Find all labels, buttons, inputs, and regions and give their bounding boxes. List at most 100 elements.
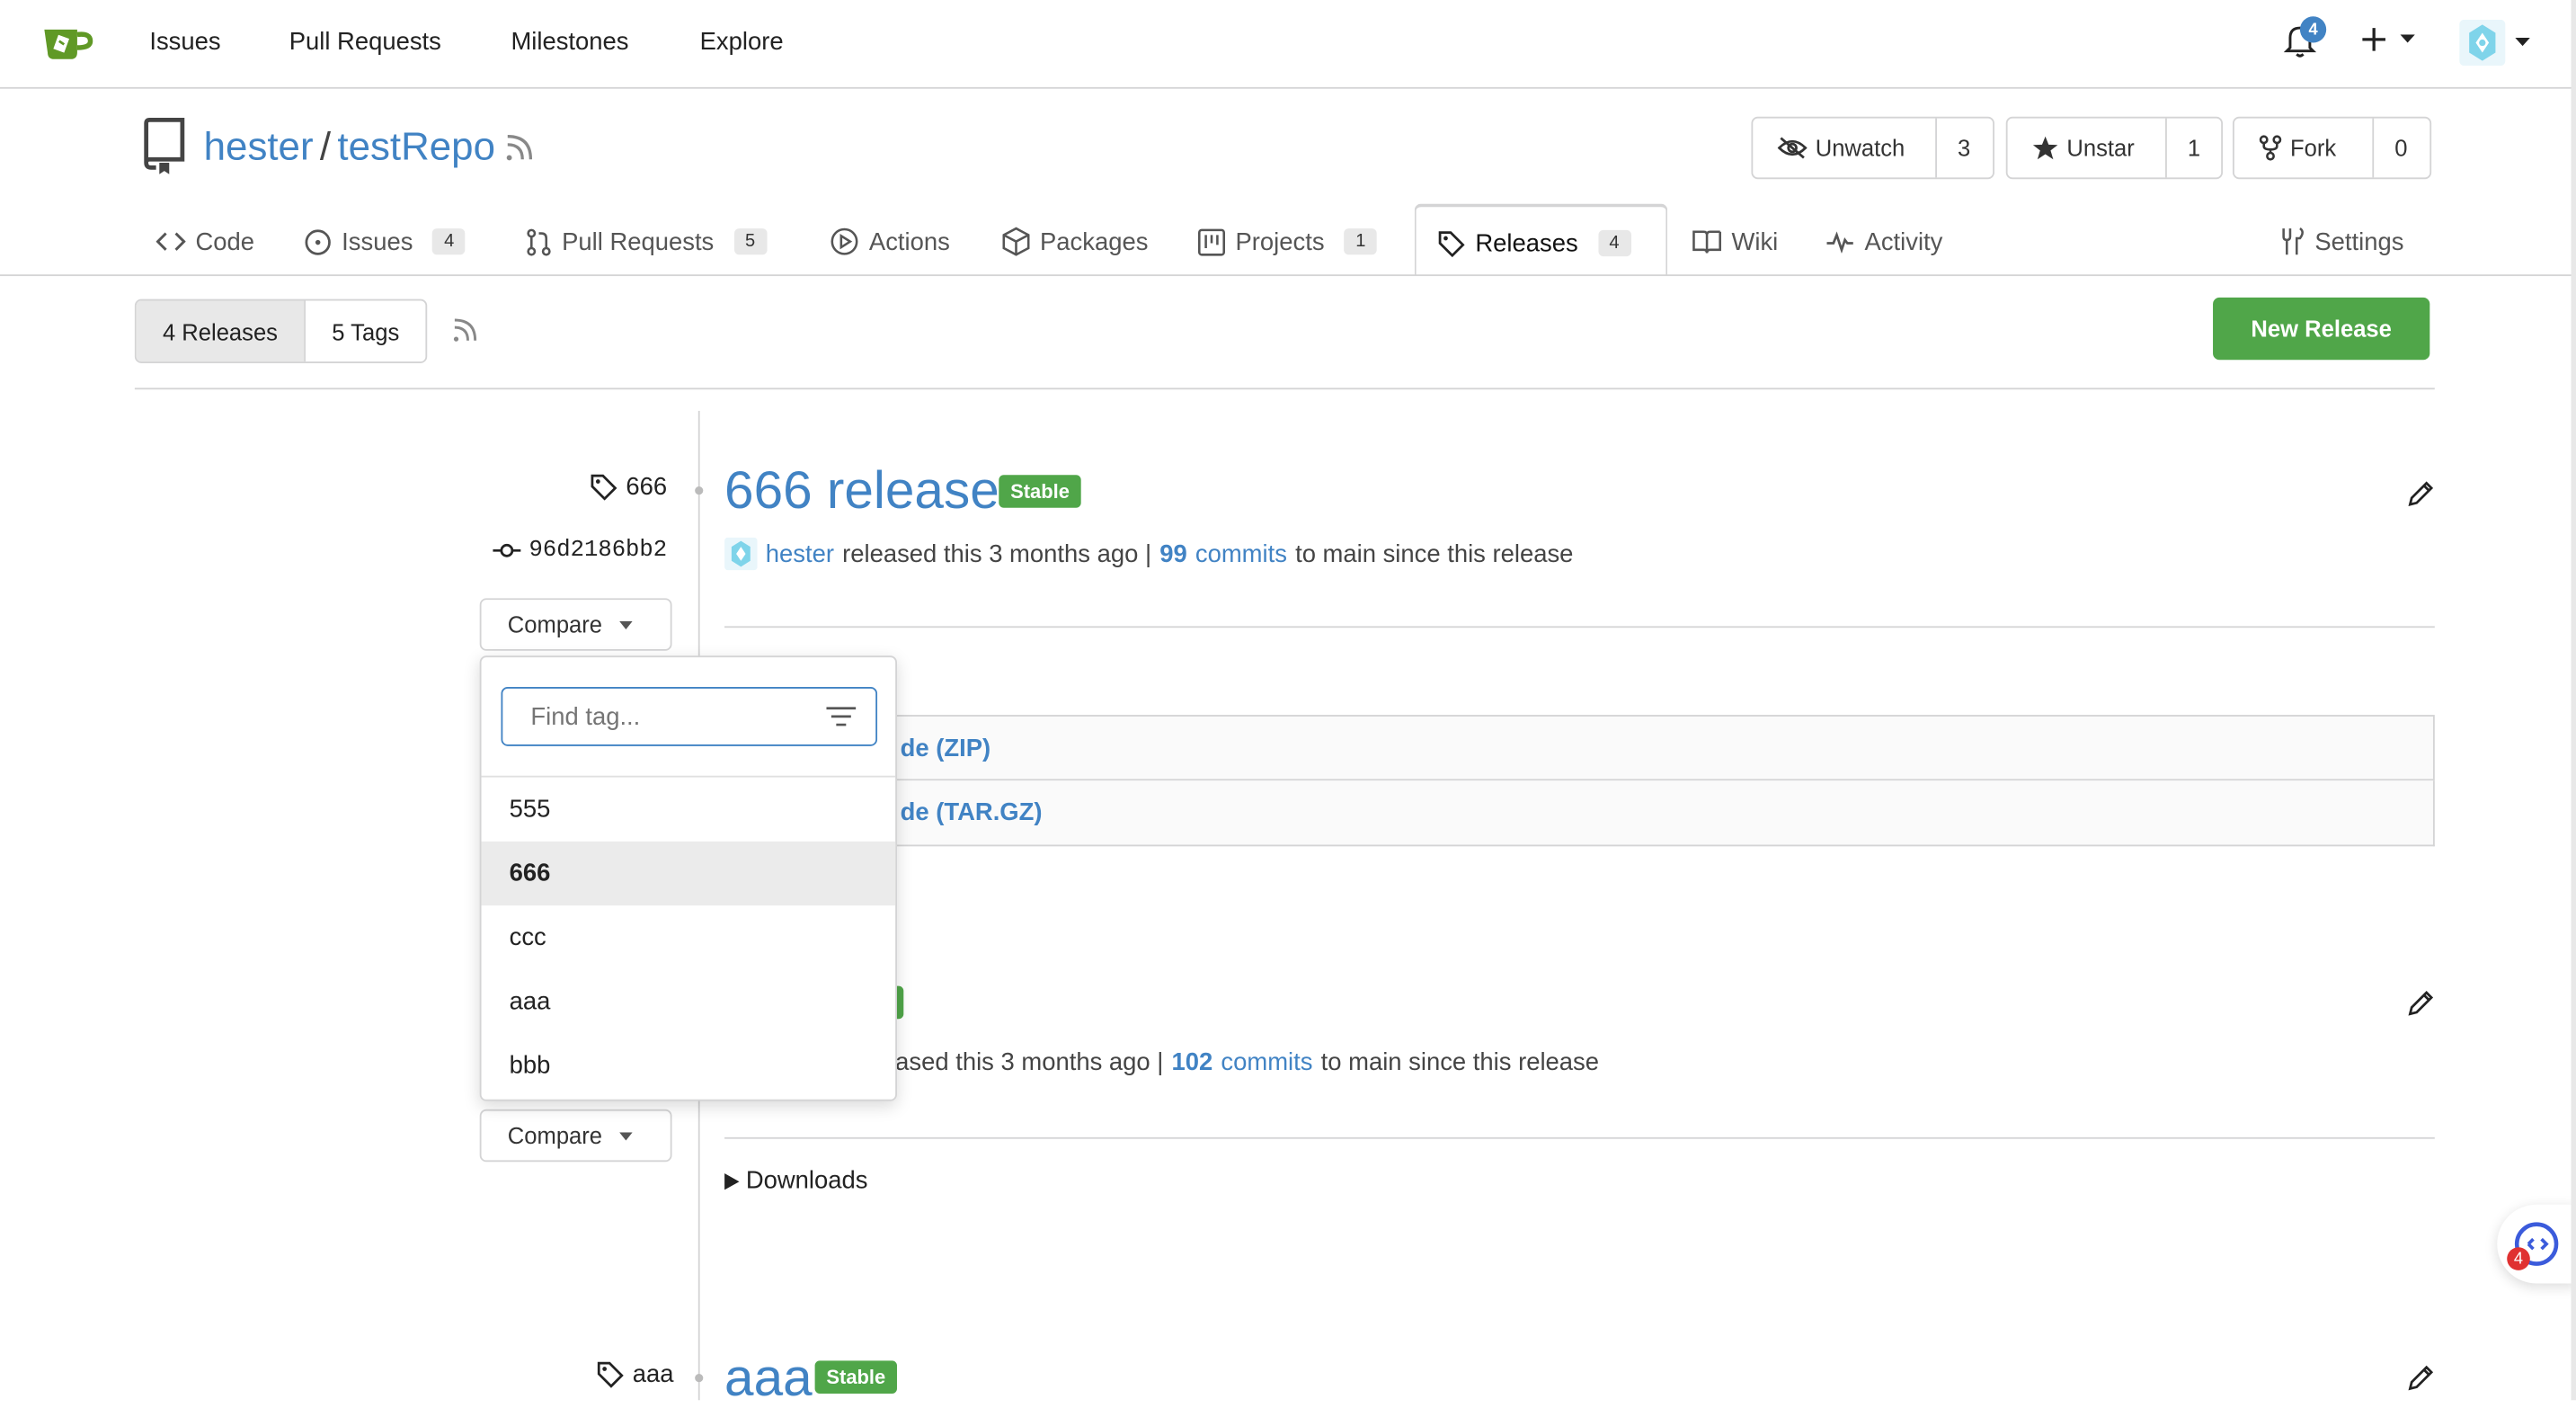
download-zip-link[interactable]: de (ZIP)	[901, 734, 991, 762]
repo-name-link[interactable]: testRepo	[337, 125, 495, 171]
download-targz-row[interactable]: de (TAR.GZ)	[724, 780, 2435, 847]
edit-pencil-icon[interactable]	[2407, 1364, 2435, 1392]
avatar	[724, 537, 758, 571]
since-release-text: to main since this release	[1320, 1048, 1599, 1077]
tab-actions[interactable]: Actions	[830, 224, 950, 260]
tab-releases[interactable]: Releases 4	[1437, 225, 1631, 261]
commits-link[interactable]: commits	[1195, 539, 1287, 567]
timeline-dot	[695, 486, 704, 495]
caret-down-icon	[618, 1131, 632, 1140]
pull-request-icon	[527, 227, 551, 255]
edit-pencil-icon[interactable]	[2407, 480, 2435, 508]
watchers-count[interactable]: 3	[1935, 118, 1991, 178]
unwatch-label: Unwatch	[1815, 134, 1905, 162]
repo-owner-link[interactable]: hester	[204, 125, 314, 171]
release-time: released this 3 months ago |	[842, 539, 1152, 568]
commits-count-link[interactable]: 102	[1172, 1048, 1213, 1076]
stable-badge: Stable	[999, 475, 1081, 508]
repo-separator: /	[319, 124, 332, 170]
tab-code-label: Code	[195, 227, 255, 256]
new-release-button[interactable]: New Release	[2213, 297, 2430, 361]
notifications-button[interactable]: 4	[2283, 16, 2327, 65]
release-tag[interactable]: aaa	[596, 1360, 673, 1388]
tab-issues[interactable]: Issues 4	[304, 224, 466, 260]
rss-feed-icon[interactable]	[504, 133, 534, 167]
tab-projects-count: 1	[1344, 228, 1378, 255]
triangle-right-icon	[724, 1172, 740, 1190]
tab-wiki-label: Wiki	[1731, 227, 1779, 256]
caret-down-icon	[618, 619, 632, 629]
stars-count[interactable]: 1	[2165, 118, 2221, 178]
caret-down-icon	[2515, 38, 2530, 47]
pulse-icon	[1826, 231, 1853, 254]
tag-option-ccc[interactable]: ccc	[482, 905, 896, 969]
tab-packages-label: Packages	[1039, 227, 1149, 256]
tab-activity[interactable]: Activity	[1825, 224, 1943, 260]
download-targz-link[interactable]: de (TAR.GZ)	[901, 798, 1043, 826]
tag-option-aaa[interactable]: aaa	[482, 969, 896, 1033]
nav-issues[interactable]: Issues	[149, 28, 220, 56]
tab-wiki[interactable]: Wiki	[1692, 224, 1779, 260]
tab-packages[interactable]: Packages	[1002, 224, 1148, 260]
find-tag-input[interactable]	[527, 700, 813, 733]
tab-projects[interactable]: Projects 1	[1197, 224, 1378, 260]
top-navbar: Issues Pull Requests Milestones Explore …	[0, 0, 2576, 89]
commits-link[interactable]: commits	[1221, 1048, 1312, 1076]
nav-pull-requests[interactable]: Pull Requests	[289, 28, 441, 56]
tag-option-666[interactable]: 666	[481, 841, 896, 906]
nav-explore[interactable]: Explore	[700, 28, 784, 56]
gitea-logo-icon[interactable]	[41, 23, 97, 67]
fork-button[interactable]: Fork	[2234, 119, 2373, 178]
tag-option-bbb[interactable]: bbb	[482, 1034, 896, 1098]
scrollbar-track[interactable]	[2571, 0, 2576, 1401]
stable-badge: Stable	[814, 1360, 898, 1394]
tab-activity-label: Activity	[1864, 227, 1943, 256]
tab-releases-label: Releases	[1475, 228, 1578, 258]
commits-count-link[interactable]: 99	[1159, 539, 1187, 567]
tags-count-tab[interactable]: 5 Tags	[304, 300, 425, 362]
releases-rss-icon[interactable]	[452, 317, 478, 349]
star-icon	[2032, 136, 2058, 160]
download-zip-row[interactable]: de (ZIP)	[724, 715, 2435, 781]
release-title[interactable]: aaa	[724, 1348, 813, 1408]
divider	[134, 388, 2435, 390]
create-new-menu[interactable]	[2361, 26, 2415, 52]
filter-icon	[826, 707, 857, 726]
compare-button[interactable]: Compare	[479, 598, 672, 651]
book-icon	[1692, 230, 1721, 254]
release-time: ased this 3 months ago |	[895, 1048, 1164, 1077]
compare-label: Compare	[507, 1122, 603, 1149]
tab-projects-label: Projects	[1235, 227, 1325, 256]
unstar-button[interactable]: Unstar	[2008, 119, 2165, 178]
release-title[interactable]: 666 release	[724, 460, 999, 521]
release-commit[interactable]: 96d2186bb2	[493, 538, 667, 564]
edit-pencil-icon[interactable]	[2407, 989, 2435, 1017]
tab-releases-count: 4	[1597, 229, 1631, 257]
find-tag-field[interactable]	[501, 687, 878, 746]
tab-issues-label: Issues	[342, 227, 413, 256]
floating-assistant-button[interactable]: 4	[2497, 1204, 2576, 1284]
fork-button-group: Fork 0	[2232, 116, 2432, 180]
user-menu[interactable]	[2459, 19, 2530, 67]
notification-count-badge: 4	[2299, 16, 2327, 43]
tag-icon	[591, 474, 617, 501]
compare-button[interactable]: Compare	[479, 1109, 672, 1163]
tab-issues-count: 4	[432, 228, 466, 255]
unwatch-button[interactable]: Unwatch	[1753, 119, 1935, 178]
releases-count-tab[interactable]: 4 Releases	[136, 300, 305, 362]
tag-icon	[597, 1361, 624, 1388]
tab-pull-requests[interactable]: Pull Requests 5	[526, 224, 768, 260]
tab-settings[interactable]: Settings	[2278, 224, 2403, 260]
downloads-toggle[interactable]: Downloads	[724, 1167, 867, 1195]
tag-option-555[interactable]: 555	[482, 778, 896, 842]
nav-milestones[interactable]: Milestones	[511, 28, 628, 56]
release-author-link[interactable]: hester	[766, 539, 834, 567]
forks-count[interactable]: 0	[2372, 118, 2428, 178]
assistant-badge: 4	[2507, 1247, 2530, 1270]
compare-label: Compare	[507, 610, 603, 638]
tag-icon	[1438, 230, 1465, 257]
project-icon	[1198, 227, 1225, 255]
downloads-label: Downloads	[745, 1166, 868, 1195]
tab-code[interactable]: Code	[155, 224, 255, 260]
release-tag[interactable]: 666	[590, 473, 667, 501]
